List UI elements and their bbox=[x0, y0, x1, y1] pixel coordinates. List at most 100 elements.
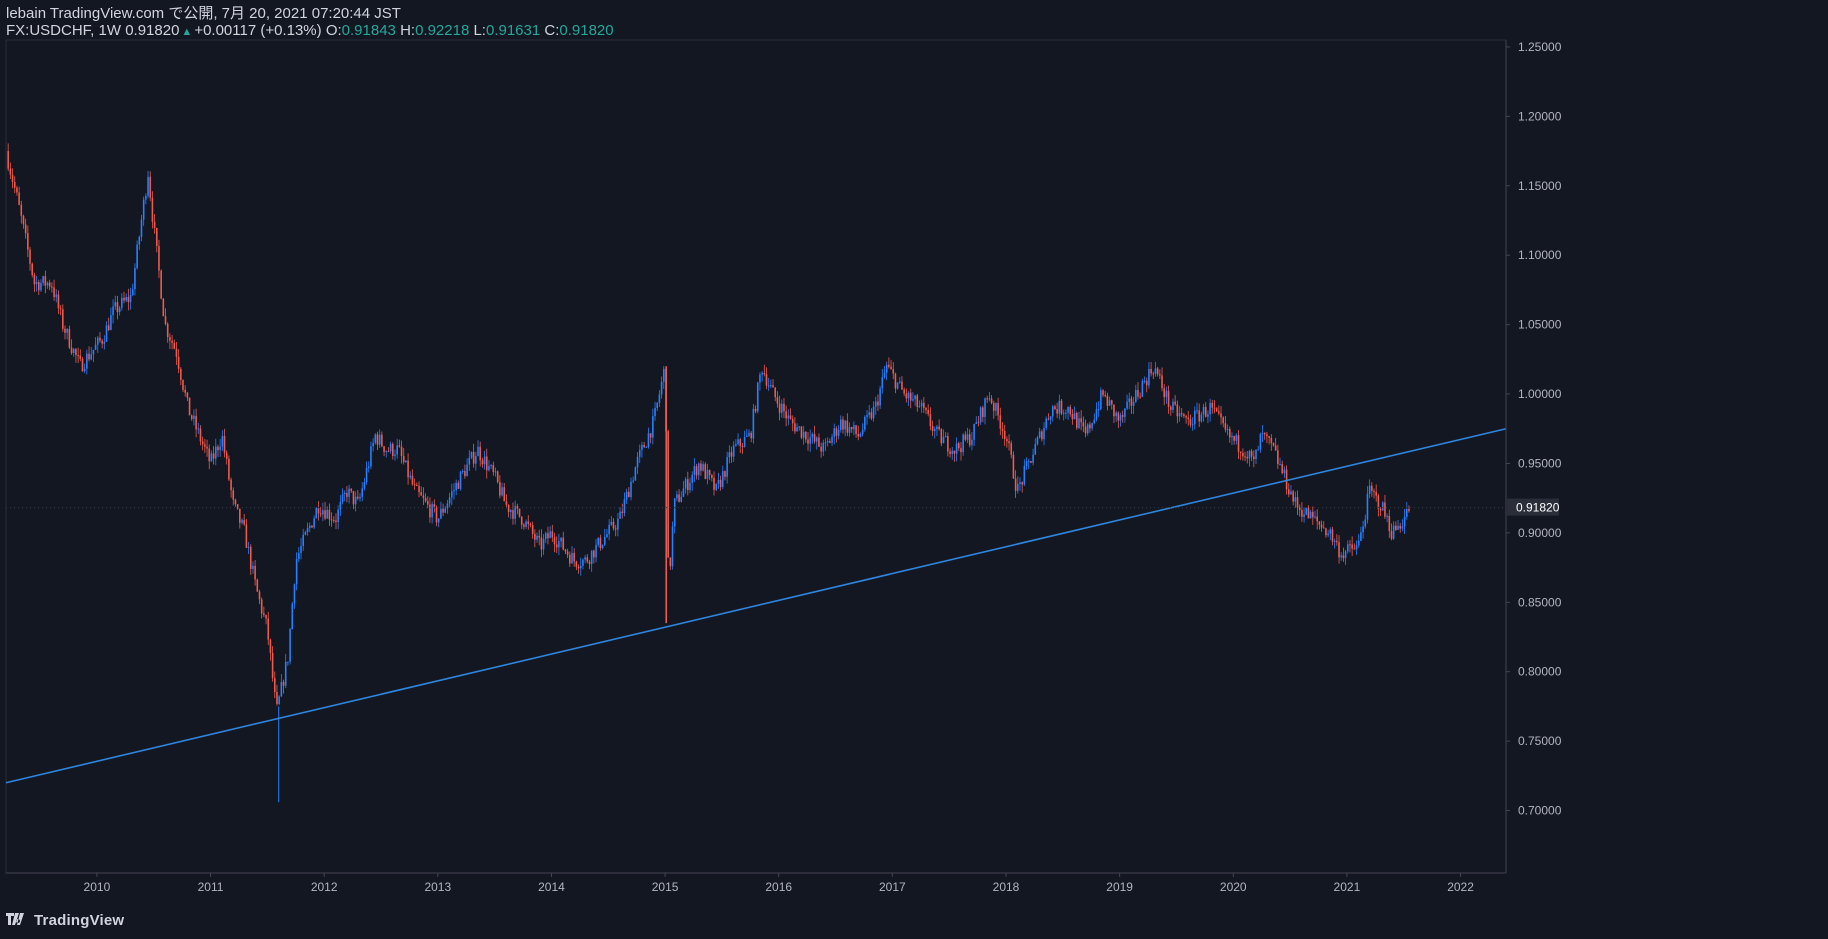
candle-body bbox=[326, 509, 329, 519]
candle-body bbox=[656, 402, 659, 408]
candle-body bbox=[1259, 433, 1262, 450]
candle-body bbox=[420, 492, 423, 496]
candle-body bbox=[51, 286, 53, 288]
candle-body bbox=[538, 535, 541, 538]
candle-body bbox=[313, 518, 315, 528]
candle-body bbox=[531, 525, 534, 534]
candle-body bbox=[765, 374, 768, 386]
candle-body bbox=[1051, 406, 1054, 417]
candle-body bbox=[671, 526, 674, 567]
candle-body bbox=[370, 446, 372, 467]
plot-area[interactable] bbox=[5, 39, 1507, 874]
candle-body bbox=[468, 457, 471, 465]
candle-body bbox=[743, 436, 746, 447]
candle-body bbox=[558, 541, 560, 548]
candle-body bbox=[783, 403, 785, 412]
candle-body bbox=[317, 508, 320, 514]
candle-body bbox=[687, 479, 689, 491]
x-tick-label: 2010 bbox=[84, 880, 111, 894]
candle-body bbox=[101, 340, 103, 344]
candle-body bbox=[195, 415, 197, 430]
candle-body bbox=[767, 385, 770, 387]
candle-body bbox=[123, 297, 125, 301]
candle-body bbox=[1080, 418, 1082, 423]
candle-body bbox=[507, 504, 510, 513]
candle-body bbox=[1355, 545, 1358, 550]
candle-body bbox=[64, 328, 66, 333]
candle-body bbox=[459, 471, 462, 489]
candle-body bbox=[737, 439, 739, 445]
candle-body bbox=[684, 479, 687, 489]
candle-body bbox=[667, 431, 669, 558]
y-tick-label: 0.75000 bbox=[1518, 734, 1562, 748]
candle-body bbox=[335, 520, 337, 523]
candle-body bbox=[1047, 418, 1050, 420]
candle-body bbox=[481, 460, 484, 465]
candle-body bbox=[260, 599, 263, 614]
candle-body bbox=[394, 454, 396, 456]
candle-body bbox=[1281, 464, 1284, 474]
candle-body bbox=[1375, 492, 1377, 496]
candle-body bbox=[947, 436, 949, 452]
candle-body bbox=[214, 446, 217, 459]
candle-body bbox=[818, 437, 820, 447]
candle-body bbox=[22, 215, 25, 225]
candle-body bbox=[1021, 482, 1023, 485]
candle-body bbox=[245, 524, 248, 548]
candle-body bbox=[1248, 451, 1251, 459]
candle-body bbox=[361, 488, 364, 497]
candle-body bbox=[1141, 381, 1144, 397]
candle-body bbox=[1301, 510, 1303, 517]
candle-body bbox=[1043, 427, 1045, 440]
candle-body bbox=[957, 443, 960, 449]
candle-body bbox=[53, 287, 55, 298]
candle-body bbox=[1272, 442, 1275, 446]
candle-body bbox=[1196, 410, 1198, 412]
candle-body bbox=[1261, 433, 1264, 435]
tradingview-footer: TradingView bbox=[6, 909, 124, 931]
candle-body bbox=[577, 566, 580, 569]
candle-body bbox=[94, 344, 97, 350]
candle-body bbox=[1038, 431, 1041, 438]
candle-body bbox=[158, 245, 160, 271]
price-chart[interactable]: 0.70000 0.75000 0.80000 0.85000 0.90000 0.950… bbox=[0, 0, 1828, 939]
candle-body bbox=[55, 294, 58, 298]
candle-body bbox=[853, 425, 855, 430]
candle-body bbox=[289, 629, 291, 662]
candle-body bbox=[689, 482, 691, 491]
candle-body bbox=[739, 439, 742, 446]
candle-body bbox=[606, 534, 608, 537]
candle-body bbox=[241, 519, 243, 523]
candle-body bbox=[485, 456, 488, 471]
candle-body bbox=[888, 364, 890, 367]
candle-body bbox=[1403, 516, 1406, 527]
candle-body bbox=[877, 401, 879, 406]
candle-body bbox=[1145, 380, 1148, 386]
candle-body bbox=[680, 496, 683, 502]
candle-body bbox=[311, 525, 313, 528]
candle-body bbox=[328, 509, 331, 520]
candle-body bbox=[761, 373, 763, 375]
candle-body bbox=[992, 403, 995, 411]
plot-border bbox=[5, 39, 1507, 874]
candle-body bbox=[188, 397, 191, 416]
candle-body bbox=[796, 427, 798, 432]
candle-body bbox=[794, 423, 796, 432]
candle-body bbox=[276, 692, 278, 704]
candle-body bbox=[464, 470, 466, 477]
candle-body bbox=[1231, 436, 1233, 438]
candle-body bbox=[271, 652, 274, 679]
candle-body bbox=[42, 276, 44, 283]
candle-body bbox=[1381, 502, 1384, 511]
candle-body bbox=[140, 219, 143, 237]
candle-body bbox=[1336, 540, 1338, 543]
candle-body bbox=[424, 497, 427, 502]
candle-body bbox=[319, 513, 322, 515]
candle-body bbox=[1124, 408, 1126, 417]
candle-body bbox=[483, 456, 486, 465]
footer-brand: TradingView bbox=[34, 911, 125, 929]
candle-body bbox=[564, 549, 567, 552]
y-tick-label: 1.05000 bbox=[1518, 318, 1562, 332]
candle-body bbox=[437, 518, 440, 523]
candle-body bbox=[1322, 527, 1325, 529]
